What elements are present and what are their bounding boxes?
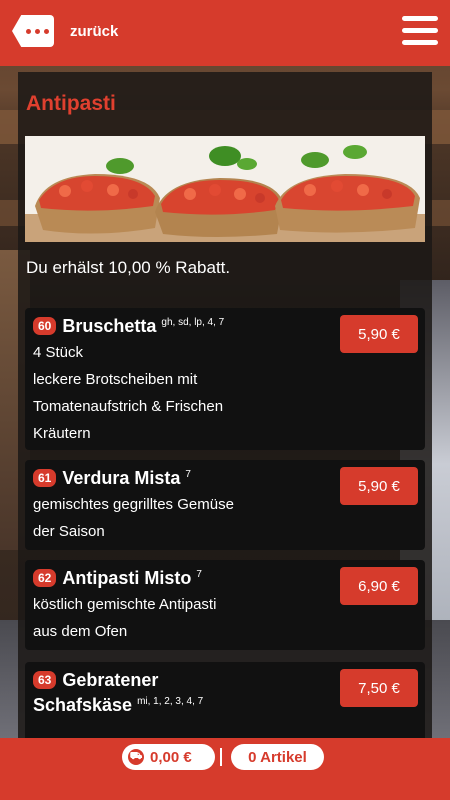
add-to-cart-price-button[interactable]: 5,90 € (340, 467, 418, 505)
item-allergens: 7 (196, 569, 202, 580)
add-to-cart-price-button[interactable]: 6,90 € (340, 567, 418, 605)
item-name: Bruschetta (62, 316, 157, 336)
item-name: Antipasti Misto (62, 568, 192, 588)
item-number-badge: 63 (33, 671, 57, 689)
item-description: 4 Stück leckere Brotscheiben mit Tomaten… (33, 339, 283, 447)
item-allergens: mi, 1, 2, 3, 4, 7 (137, 696, 204, 707)
article-count-button[interactable]: 0 Artikel (231, 744, 324, 770)
item-name: Schafskäse (33, 695, 133, 715)
item-desc-line: 4 Stück (33, 344, 84, 361)
item-description: gemischtes gegrilltes Gemüse der Saison (33, 491, 283, 545)
item-allergens: gh, sd, lp, 4, 7 (161, 317, 225, 328)
cart-icon: ⛟ (128, 749, 144, 765)
top-bar: zurück (0, 0, 450, 66)
article-count: 0 Artikel (248, 748, 307, 766)
item-desc-line: leckere Brotscheiben mit (33, 371, 198, 388)
menu-item[interactable]: 62 Antipasti Misto 7 köstlich gemischte … (25, 560, 425, 650)
add-to-cart-price-button[interactable]: 5,90 € (340, 315, 418, 353)
item-allergens: 7 (185, 469, 191, 480)
menu-panel: Antipasti Du erhälst 10,00 % Rabatt. 60 … (18, 72, 432, 740)
item-desc-line: aus dem Ofen (33, 623, 128, 640)
back-dot (25, 28, 31, 34)
back-label[interactable]: zurück (70, 23, 118, 40)
item-number-badge: 61 (33, 469, 57, 487)
item-desc-line: gemischtes gegrilltes Gemüse (33, 496, 234, 513)
section-title: Antipasti (26, 92, 116, 115)
back-dot (34, 28, 40, 34)
item-number-badge: 60 (33, 317, 57, 335)
back-dot (43, 28, 49, 34)
item-name: Gebratener (62, 670, 159, 690)
bruschetta-image (25, 136, 425, 242)
item-number-badge: 62 (33, 569, 57, 587)
cart-total-button[interactable]: ⛟ 0,00 € (122, 744, 215, 770)
hamburger-menu-icon[interactable] (402, 16, 438, 46)
cart-total: 0,00 € (150, 748, 192, 766)
menu-item[interactable]: 61 Verdura Mista 7 gemischtes gegrilltes… (25, 460, 425, 550)
menu-item[interactable]: 63 Gebratener Schafskäse mi, 1, 2, 3, 4,… (25, 662, 425, 740)
discount-notice: Du erhälst 10,00 % Rabatt. (26, 258, 231, 277)
back-button[interactable] (12, 15, 54, 47)
menu-item[interactable]: 60 Bruschetta gh, sd, lp, 4, 7 4 Stück l… (25, 308, 425, 450)
item-desc-line: Tomatenaufstrich & Frischen (33, 398, 224, 415)
add-to-cart-price-button[interactable]: 7,50 € (340, 669, 418, 707)
item-description: köstlich gemischte Antipasti aus dem Ofe… (33, 591, 283, 645)
item-desc-line: Kräutern (33, 425, 91, 442)
footer-divider (220, 748, 222, 766)
item-desc-line: köstlich gemischte Antipasti (33, 596, 217, 613)
cart-footer: ⛟ 0,00 € 0 Artikel (0, 738, 450, 800)
item-desc-line: der Saison (33, 523, 105, 540)
item-name: Verdura Mista (62, 468, 181, 488)
